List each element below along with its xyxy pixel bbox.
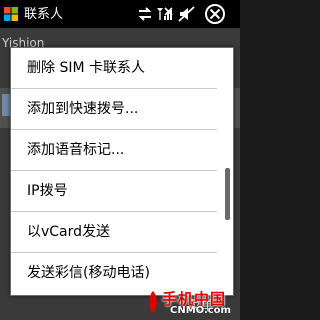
start-logo-icon[interactable] — [3, 6, 19, 22]
app-title: 联系人 — [24, 7, 64, 22]
close-icon[interactable] — [204, 4, 226, 24]
menu-item-send-vcard[interactable]: 以vCard发送 — [11, 212, 217, 253]
watermark-en: CNMO.com — [170, 305, 231, 316]
signal-icon[interactable] — [156, 5, 174, 23]
menu-item-add-speed-dial[interactable]: 添加到快速拨号... — [11, 89, 217, 130]
mute-icon[interactable] — [178, 5, 196, 23]
sync-icon[interactable] — [136, 5, 154, 23]
screen: Yishion 菜单 联系人 删除 SIM 卡联系人 添加到快速拨号... 添加… — [0, 0, 240, 320]
menu-scrollbar[interactable] — [225, 168, 230, 220]
menu-item-add-voice-tag[interactable]: 添加语音标记... — [11, 130, 217, 171]
watermark: 手机中国 CNMO.com — [146, 288, 238, 318]
menu-item-delete-sim-contact[interactable]: 删除 SIM 卡联系人 — [11, 48, 217, 89]
status-bar: 联系人 — [0, 0, 240, 28]
menu-item-ip-dial[interactable]: IP拨号 — [11, 171, 217, 212]
context-menu: 删除 SIM 卡联系人 添加到快速拨号... 添加语音标记... IP拨号 以v… — [10, 47, 234, 296]
watermark-logo-icon — [149, 291, 157, 313]
